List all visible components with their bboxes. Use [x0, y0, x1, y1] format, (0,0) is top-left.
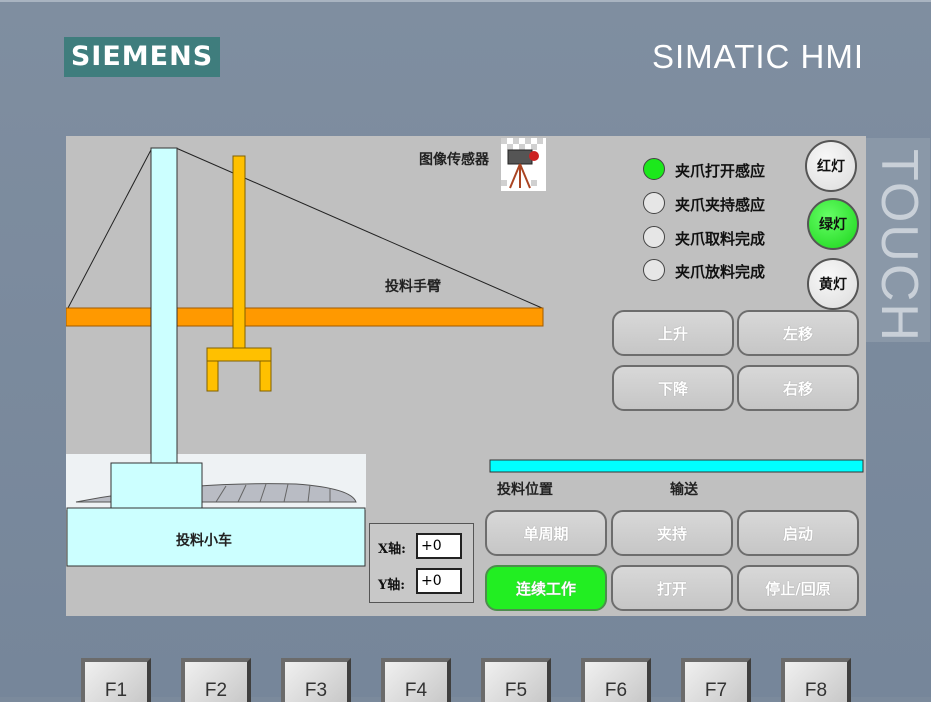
indicator-place-done [643, 259, 665, 281]
red-lamp: 红灯 [805, 140, 857, 192]
crane-column [150, 147, 178, 464]
right-stay-cable [175, 147, 543, 309]
y-axis-label: Y轴: [378, 578, 406, 593]
siemens-logo: SIEMENS [64, 37, 220, 77]
left-stay-cable [67, 147, 153, 309]
cart-top-block [110, 462, 203, 510]
conveyor-bar [489, 459, 864, 473]
indicator-gripper-open-label: 夹爪打开感应 [675, 162, 766, 180]
feeding-cart-label: 投料小车 [176, 533, 232, 549]
gripper-finger-left [206, 360, 219, 392]
f3-key[interactable]: F3 [281, 658, 351, 702]
image-sensor-label: 图像传感器 [419, 152, 489, 168]
gripper-rod [232, 155, 246, 349]
f1-key[interactable]: F1 [81, 658, 151, 702]
gripper-head [206, 347, 272, 362]
hmi-screen: 图像传感器 投料手臂 投料小车 投料位置 输送 夹爪打开感应 夹爪夹持感应 夹爪… [66, 136, 866, 616]
camera-icon [501, 138, 546, 191]
indicator-gripper-clamp [643, 192, 665, 214]
start-button[interactable]: 启动 [737, 510, 859, 556]
touch-text: TOUCH [870, 149, 928, 342]
product-title: SIMATIC HMI [652, 38, 865, 75]
green-lamp: 绿灯 [807, 198, 859, 250]
f5-key[interactable]: F5 [481, 658, 551, 702]
x-axis-label: X轴: [378, 542, 406, 557]
move-left-button[interactable]: 左移 [737, 310, 859, 356]
y-axis-value: +0 [416, 568, 462, 594]
conveyor-label: 输送 [670, 482, 698, 498]
feed-position-label: 投料位置 [497, 482, 553, 498]
continuous-work-button[interactable]: 连续工作 [485, 565, 607, 611]
single-cycle-button[interactable]: 单周期 [485, 510, 607, 556]
feeding-arm-beam [66, 307, 544, 327]
indicator-gripper-clamp-label: 夹爪夹持感应 [675, 196, 766, 214]
indicator-pick-done-label: 夹爪取料完成 [675, 230, 766, 248]
move-right-button[interactable]: 右移 [737, 365, 859, 411]
touch-side-label: TOUCH [866, 138, 930, 342]
f4-key[interactable]: F4 [381, 658, 451, 702]
feeding-arm-label: 投料手臂 [385, 279, 441, 295]
hmi-bezel: SIEMENS SIMATIC HMI TOUCH 图像传感器 投料手臂 投料小… [0, 0, 931, 702]
up-button[interactable]: 上升 [612, 310, 734, 356]
f7-key[interactable]: F7 [681, 658, 751, 702]
gripper-finger-right [259, 360, 272, 392]
f2-key[interactable]: F2 [181, 658, 251, 702]
f8-key[interactable]: F8 [781, 658, 851, 702]
stop-home-button[interactable]: 停止/回原 [737, 565, 859, 611]
down-button[interactable]: 下降 [612, 365, 734, 411]
axis-panel: X轴: +0 Y轴: +0 [369, 523, 474, 603]
indicator-place-done-label: 夹爪放料完成 [675, 263, 766, 281]
open-button[interactable]: 打开 [611, 565, 733, 611]
yellow-lamp: 黄灯 [807, 258, 859, 310]
indicator-gripper-open [643, 158, 665, 180]
clamp-button[interactable]: 夹持 [611, 510, 733, 556]
f6-key[interactable]: F6 [581, 658, 651, 702]
x-axis-value: +0 [416, 533, 462, 559]
indicator-pick-done [643, 226, 665, 248]
